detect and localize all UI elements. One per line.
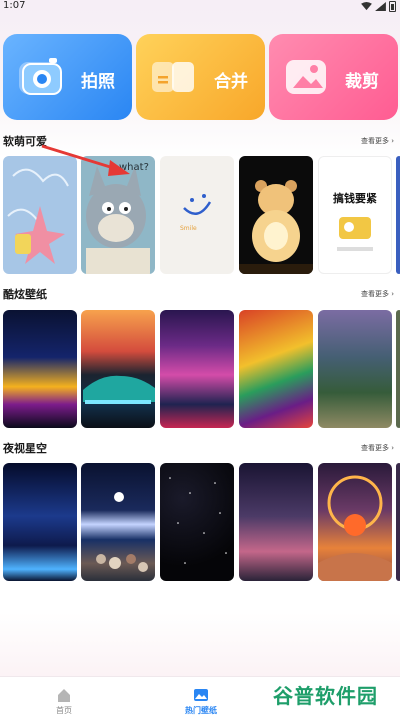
wallpaper-tile[interactable] (318, 463, 392, 581)
more-link-cute[interactable]: 查看更多 › (361, 136, 394, 146)
night-sky-wallpaper-row (3, 463, 400, 581)
crop-tool-label: 裁剪 (345, 72, 379, 92)
wallpaper-tile[interactable] (3, 310, 77, 428)
wallpaper-tile[interactable]: 搞钱要紧 (318, 156, 392, 274)
wallpaper-tile[interactable] (239, 463, 313, 581)
merge-tool-label: 合并 (214, 72, 248, 92)
wallpaper-tile-partial[interactable] (396, 310, 400, 428)
nav-tab-home[interactable]: 首页 (34, 687, 94, 716)
wallpaper-tile[interactable]: Smile (160, 156, 234, 274)
status-time: 1:07 (3, 0, 26, 11)
more-link-night-sky[interactable]: 查看更多 › (361, 443, 394, 453)
crop-tool-button[interactable]: 裁剪 (269, 34, 398, 120)
merge-tool-button[interactable]: 合并 (136, 34, 265, 120)
status-icons (361, 1, 396, 12)
tool-cards: 拍照 合并 裁剪 (3, 34, 398, 120)
merge-icon (152, 62, 194, 92)
image-crop-icon (286, 60, 326, 94)
money-poster-art: 搞钱要紧 (333, 191, 377, 251)
wallpaper-tile[interactable] (239, 156, 313, 274)
nav-tab-hot-wallpapers[interactable]: 热门壁纸 (171, 687, 231, 716)
wallpaper-tile[interactable] (81, 310, 155, 428)
wallpaper-tile[interactable] (3, 463, 77, 581)
wallpaper-tile[interactable] (318, 310, 392, 428)
signal-icon (375, 2, 386, 11)
status-bar: 1:07 (0, 0, 400, 14)
wallpaper-tile-partial[interactable] (396, 156, 400, 274)
photo-tool-button[interactable]: 拍照 (3, 34, 132, 120)
wallpaper-tile[interactable] (160, 310, 234, 428)
wifi-icon (361, 2, 372, 11)
eclipse-planet-art (318, 475, 392, 581)
wallpaper-tile[interactable] (239, 310, 313, 428)
smile-face-art: Smile (180, 194, 212, 232)
nav-tab-hot-label: 热门壁纸 (185, 706, 217, 715)
starfield-art (169, 477, 227, 564)
wallpaper-tile[interactable] (81, 463, 155, 581)
moon-beach-art (96, 492, 148, 572)
home-icon (58, 689, 70, 702)
poster-title: 搞钱要紧 (333, 191, 377, 205)
photo-tool-label: 拍照 (81, 72, 115, 92)
section-title-cool: 酷炫壁纸 (3, 288, 47, 301)
nav-tab-home-label: 首页 (56, 706, 72, 715)
glowing-bear-art (239, 180, 313, 274)
watermark-logo: 谷普软件园 (273, 684, 378, 708)
annotation-arrow-icon (41, 144, 130, 176)
wallpaper-tile[interactable] (160, 463, 234, 581)
more-link-cool[interactable]: 查看更多 › (361, 289, 394, 299)
wallpaper-icon (194, 689, 208, 701)
sports-car-art (83, 375, 155, 404)
smile-text: Smile (180, 225, 197, 232)
wallpaper-tile-partial[interactable] (396, 463, 400, 581)
cool-wallpaper-row (3, 310, 400, 428)
camera-icon (19, 58, 62, 95)
section-title-night-sky: 夜视星空 (3, 442, 47, 455)
battery-icon (389, 1, 396, 12)
